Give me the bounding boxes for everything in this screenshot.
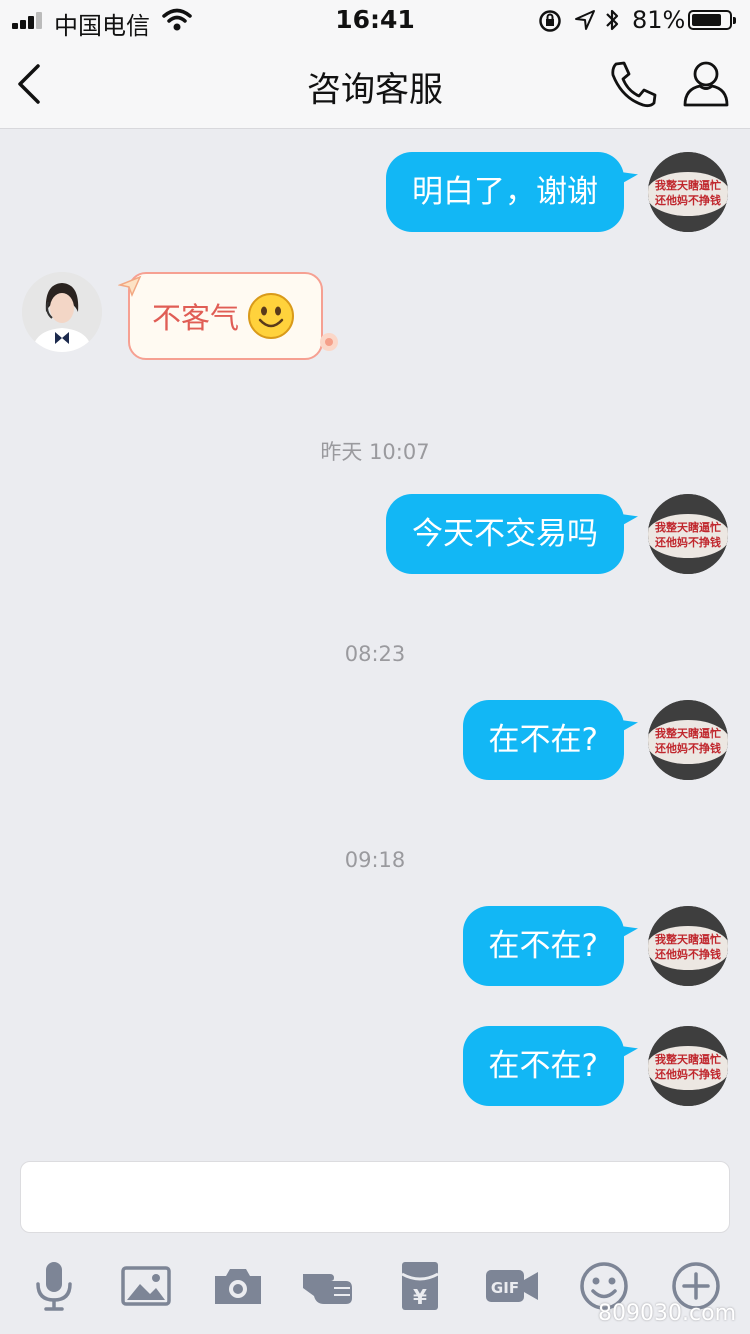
message-bubble-outgoing[interactable]: 在不在? [462,1026,624,1106]
user-avatar[interactable]: 我整天瞎逼忙 还他妈不挣钱 [648,152,728,232]
battery-icon [688,10,736,30]
gif-icon[interactable]: GIF [484,1258,540,1314]
flower-decoration-icon [320,333,338,351]
watermark: 809030.com [598,1301,736,1326]
svg-text:GIF: GIF [491,1279,519,1297]
location-arrow-icon [575,10,595,30]
image-icon[interactable] [118,1258,174,1314]
avatar-caption-line-1: 我整天瞎逼忙 [655,520,721,534]
message-bubble-outgoing[interactable]: 明白了，谢谢 [386,152,624,232]
user-avatar-image: 我整天瞎逼忙 还他妈不挣钱 [648,1026,728,1106]
message-input[interactable] [20,1161,730,1233]
user-avatar-image: 我整天瞎逼忙 还他妈不挣钱 [648,152,728,232]
status-bar: 中国电信 16:41 81% [0,0,750,40]
avatar-caption-line-1: 我整天瞎逼忙 [655,932,721,946]
avatar-caption-line-1: 我整天瞎逼忙 [655,178,721,192]
agent-avatar-image [22,272,102,352]
avatar-caption-line-2: 还他妈不挣钱 [654,193,721,207]
svg-text:¥: ¥ [413,1285,427,1309]
timestamp: 08:23 [344,642,406,666]
avatar-caption-line-1: 我整天瞎逼忙 [655,1052,721,1066]
message-bubble-incoming[interactable]: 不客气 [128,272,324,360]
user-avatar[interactable]: 我整天瞎逼忙 还他妈不挣钱 [648,906,728,986]
user-avatar-image: 我整天瞎逼忙 还他妈不挣钱 [648,494,728,574]
smiley-emoji-icon [248,293,295,339]
bluetooth-icon [606,9,619,31]
rotation-lock-icon [539,10,561,32]
red-packet-icon[interactable]: ¥ [392,1258,448,1314]
avatar-caption-line-1: 我整天瞎逼忙 [655,726,721,740]
nav-bar: 咨询客服 [0,40,750,129]
profile-button[interactable] [678,58,734,110]
avatar-caption-line-2: 还他妈不挣钱 [654,947,721,961]
microphone-icon[interactable] [26,1258,82,1314]
user-avatar[interactable]: 我整天瞎逼忙 还他妈不挣钱 [648,494,728,574]
battery-percent: 81% [632,6,686,34]
message-bubble-outgoing[interactable]: 在不在? [462,700,624,780]
avatar-caption-line-2: 还他妈不挣钱 [654,1067,721,1081]
message-bubble-outgoing[interactable]: 今天不交易吗 [386,494,624,574]
timestamp: 昨天 10:07 [320,440,430,464]
agent-avatar[interactable] [22,272,102,352]
battery-level-fill [692,14,722,26]
user-avatar-image: 我整天瞎逼忙 还他妈不挣钱 [648,700,728,780]
timestamp: 09:18 [344,848,406,872]
user-avatar[interactable]: 我整天瞎逼忙 还他妈不挣钱 [648,1026,728,1106]
phone-call-button[interactable] [606,58,662,110]
user-avatar[interactable]: 我整天瞎逼忙 还他妈不挣钱 [648,700,728,780]
message-bubble-outgoing[interactable]: 在不在? [462,906,624,986]
avatar-caption-line-2: 还他妈不挣钱 [654,741,721,755]
camera-icon[interactable] [210,1258,266,1314]
avatar-caption-line-2: 还他妈不挣钱 [654,535,721,549]
message-text: 不客气 [152,301,240,335]
poke-hand-icon[interactable] [300,1258,356,1314]
paper-plane-decoration-icon [118,275,142,297]
user-avatar-image: 我整天瞎逼忙 还他妈不挣钱 [648,906,728,986]
